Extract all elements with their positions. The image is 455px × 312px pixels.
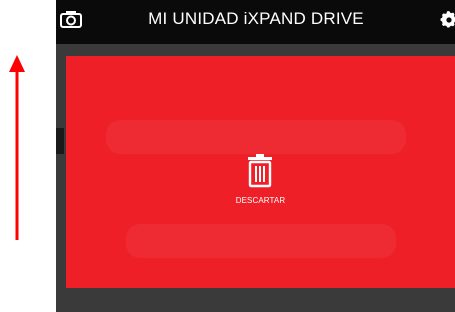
page-title: MI UNIDAD iXPAND DRIVE — [148, 9, 364, 28]
camera-icon — [60, 11, 82, 28]
camera-button[interactable] — [58, 7, 84, 31]
ghost-row — [106, 120, 406, 154]
side-tab — [56, 128, 64, 154]
discard-label: DESCARTAR — [235, 196, 286, 205]
screenshot-root: MI UNIDAD iXPAND DRIVE DESCARTAR — [0, 0, 455, 312]
ghost-row — [126, 224, 396, 258]
up-arrow-annotation-icon — [9, 55, 25, 240]
trash-icon — [248, 154, 272, 188]
discard-overlay[interactable]: DESCARTAR — [66, 56, 455, 288]
gear-icon — [440, 11, 455, 28]
app-header: MI UNIDAD iXPAND DRIVE — [56, 0, 455, 44]
settings-button[interactable] — [437, 8, 455, 32]
phone-screen: MI UNIDAD iXPAND DRIVE DESCARTAR — [56, 0, 455, 312]
